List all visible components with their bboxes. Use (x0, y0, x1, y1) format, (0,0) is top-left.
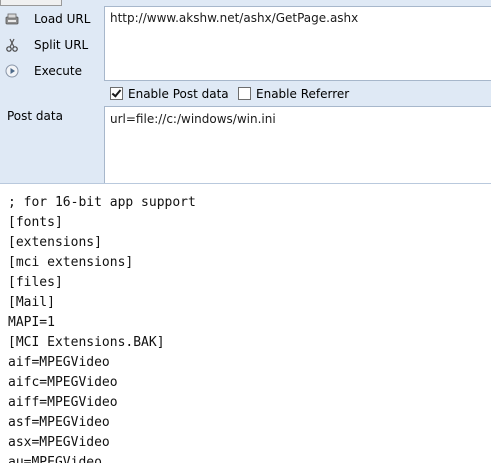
output-line: aifc=MPEGVideo (8, 375, 118, 390)
request-panel: Load URL Split URL Execute http://www.ak… (0, 0, 491, 184)
split-url-button[interactable]: Split URL (0, 33, 104, 57)
output-line: [fonts] (8, 215, 63, 230)
output-line: aif=MPEGVideo (8, 355, 110, 370)
load-url-button[interactable]: Load URL (0, 7, 104, 31)
output-line: asx=MPEGVideo (8, 435, 110, 450)
post-data-input[interactable]: url=file://c:/windows/win.ini (104, 106, 491, 183)
load-url-label: Load URL (34, 12, 91, 26)
post-data-label: Post data (7, 109, 63, 123)
output-line: [mci extensions] (8, 255, 134, 270)
enable-post-checkbox[interactable] (110, 87, 123, 100)
url-input[interactable]: http://www.akshw.net/ashx/GetPage.ashx (104, 6, 491, 81)
execute-icon (5, 64, 19, 78)
split-url-icon (5, 38, 19, 52)
output-line: [Mail] (8, 295, 55, 310)
output-line: asf=MPEGVideo (8, 415, 110, 430)
enable-referrer-checkbox[interactable] (238, 87, 251, 100)
top-edge-button[interactable] (0, 0, 62, 6)
url-value: http://www.akshw.net/ashx/GetPage.ashx (110, 11, 359, 25)
post-data-value: url=file://c:/windows/win.ini (110, 112, 276, 126)
enable-referrer-label: Enable Referrer (256, 87, 350, 101)
response-output: ; for 16-bit app support [fonts] [extensio… (0, 184, 491, 463)
execute-label: Execute (34, 64, 82, 78)
output-line: [extensions] (8, 235, 102, 250)
output-line: au=MPEGVideo (8, 455, 102, 463)
enable-post-option[interactable]: Enable Post data (110, 87, 229, 101)
output-line: aiff=MPEGVideo (8, 395, 118, 410)
output-line: [MCI Extensions.BAK] (8, 335, 165, 350)
output-line: MAPI=1 (8, 315, 55, 330)
output-line: ; for 16-bit app support (8, 195, 196, 210)
execute-button[interactable]: Execute (0, 59, 104, 83)
output-line: [files] (8, 275, 63, 290)
enable-post-label: Enable Post data (128, 87, 229, 101)
split-url-label: Split URL (34, 38, 89, 52)
load-url-icon (5, 12, 19, 26)
enable-referrer-option[interactable]: Enable Referrer (238, 87, 349, 101)
